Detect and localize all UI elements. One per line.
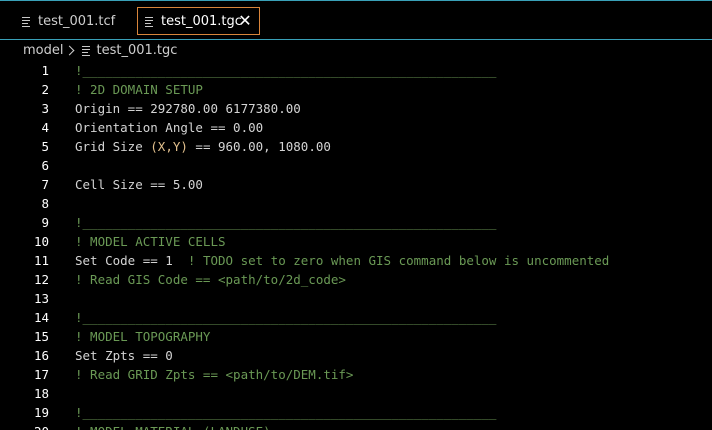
code-token-comment: ! 2D DOMAIN SETUP <box>75 82 203 97</box>
code-line[interactable]: 20 ! MODEL MATERIAL (LANDUSE) <box>0 422 712 430</box>
code-token-comment: ! <box>75 63 83 78</box>
code-token-paren: (X,Y) <box>150 139 188 154</box>
line-number: 2 <box>41 82 49 97</box>
code-editor[interactable]: 1 !______________________________________… <box>0 61 712 430</box>
line-number: 12 <box>33 272 49 287</box>
code-line[interactable]: 7 Cell Size == 5.00 <box>0 175 712 194</box>
line-number: 13 <box>33 291 49 306</box>
code-line[interactable]: 16 Set Zpts == 0 <box>0 346 712 365</box>
code-token-comment: ! <box>75 405 83 420</box>
line-number: 15 <box>33 329 49 344</box>
breadcrumb-folder[interactable]: model <box>23 43 63 58</box>
line-number: 9 <box>41 215 49 230</box>
code-text: !_______________________________________… <box>75 308 496 327</box>
line-number: 11 <box>33 253 49 268</box>
code-token-cmd: == 960.00, 1080.00 <box>187 139 331 154</box>
code-line[interactable]: 3 Origin == 292780.00 6177380.00 <box>0 99 712 118</box>
code-token-comment: ! <box>75 215 83 230</box>
code-text: ! MODEL TOPOGRAPHY <box>75 327 210 346</box>
code-text: Origin == 292780.00 6177380.00 <box>75 99 301 118</box>
code-token-comment: ________________________________________… <box>82 310 497 325</box>
file-lines-icon <box>82 46 91 56</box>
code-token-comment: ! MODEL MATERIAL (LANDUSE) <box>75 424 271 430</box>
code-token-comment: ! Read GRID Zpts == <path/to/DEM.tif> <box>75 367 354 382</box>
code-token-comment: ! TODO set to zero when GIS command belo… <box>187 253 610 268</box>
code-line[interactable]: 11 Set Code == 1 ! TODO set to zero when … <box>0 251 712 270</box>
code-text: ! Read GIS Code == <path/to/2d_code> <box>75 270 346 289</box>
code-token-comment: ________________________________________… <box>82 63 497 78</box>
line-number: 10 <box>33 234 49 249</box>
line-number: 8 <box>41 196 49 211</box>
code-line[interactable]: 9 !______________________________________… <box>0 213 712 232</box>
code-text: ! Read GRID Zpts == <path/to/DEM.tif> <box>75 365 353 384</box>
code-line[interactable]: 6 <box>0 156 712 175</box>
code-line[interactable]: 17 ! Read GRID Zpts == <path/to/DEM.tif> <box>0 365 712 384</box>
line-number: 16 <box>33 348 49 363</box>
code-token-comment: ________________________________________… <box>82 405 497 420</box>
code-token-cmd: Cell Size == 5.00 <box>75 177 203 192</box>
line-number: 18 <box>33 386 49 401</box>
code-token-cmd: Orientation Angle == 0.00 <box>75 120 264 135</box>
code-line[interactable]: 5 Grid Size (X,Y) == 960.00, 1080.00 <box>0 137 712 156</box>
code-text: Grid Size (X,Y) == 960.00, 1080.00 <box>75 137 331 156</box>
code-line[interactable]: 1 !______________________________________… <box>0 61 712 80</box>
line-number: 17 <box>33 367 49 382</box>
code-token-comment: ! <box>75 310 83 325</box>
tab-test-001-tgc[interactable]: test_001.tgc ✕ <box>137 7 260 35</box>
code-token-cmd: Set Zpts == 0 <box>75 348 173 363</box>
code-line[interactable]: 8 <box>0 194 712 213</box>
code-line[interactable]: 10 ! MODEL ACTIVE CELLS <box>0 232 712 251</box>
code-token-comment: ! MODEL TOPOGRAPHY <box>75 329 211 344</box>
line-number: 20 <box>0 422 49 430</box>
code-line[interactable]: 18 <box>0 384 712 403</box>
line-number: 5 <box>41 139 49 154</box>
close-icon[interactable]: ✕ <box>238 13 252 29</box>
tab-test-001-tcf[interactable]: test_001.tcf <box>8 7 128 35</box>
code-token-comment: ! MODEL ACTIVE CELLS <box>75 234 226 249</box>
line-number: 7 <box>41 177 49 192</box>
code-text: Cell Size == 5.00 <box>75 175 203 194</box>
line-number: 4 <box>41 120 49 135</box>
line-number: 1 <box>41 63 49 78</box>
code-text: ! 2D DOMAIN SETUP <box>75 80 203 99</box>
line-number: 3 <box>41 101 49 116</box>
code-token-comment: ________________________________________… <box>82 215 497 230</box>
tab-bar: test_001.tcf test_001.tgc ✕ <box>0 0 712 40</box>
code-text: ! MODEL MATERIAL (LANDUSE) <box>75 422 271 430</box>
file-lines-icon <box>145 16 153 27</box>
code-line[interactable]: 4 Orientation Angle == 0.00 <box>0 118 712 137</box>
code-text: ! MODEL ACTIVE CELLS <box>75 232 226 251</box>
line-number: 19 <box>33 405 49 420</box>
code-token-cmd: Set Code == 1 <box>75 253 188 268</box>
breadcrumb-file[interactable]: test_001.tgc <box>82 43 177 58</box>
code-line[interactable]: 19 !_____________________________________… <box>0 403 712 422</box>
line-number: 6 <box>41 158 49 173</box>
line-number: 14 <box>33 310 49 325</box>
code-line[interactable]: 2 ! 2D DOMAIN SETUP <box>0 80 712 99</box>
code-line[interactable]: 13 <box>0 289 712 308</box>
code-text: Orientation Angle == 0.00 <box>75 118 263 137</box>
code-line[interactable]: 12 ! Read GIS Code == <path/to/2d_code> <box>0 270 712 289</box>
breadcrumb: model test_001.tgc <box>0 40 712 61</box>
file-lines-icon <box>22 16 30 27</box>
code-line[interactable]: 15 ! MODEL TOPOGRAPHY <box>0 327 712 346</box>
code-text: !_______________________________________… <box>75 61 496 80</box>
chevron-right-icon <box>65 45 75 56</box>
code-token-comment: ! Read GIS Code == <path/to/2d_code> <box>75 272 346 287</box>
code-text: !_______________________________________… <box>75 213 496 232</box>
code-token-cmd: Origin == 292780.00 6177380.00 <box>75 101 301 116</box>
breadcrumb-file-label: test_001.tgc <box>96 43 178 58</box>
code-text: Set Zpts == 0 <box>75 346 173 365</box>
tab-label: test_001.tgc <box>161 13 242 29</box>
code-text: !_______________________________________… <box>75 403 496 422</box>
code-line[interactable]: 14 !_____________________________________… <box>0 308 712 327</box>
tab-label: test_001.tcf <box>38 13 116 29</box>
code-text: Set Code == 1 ! TODO set to zero when GI… <box>75 251 609 270</box>
code-token-cmd: Grid Size <box>75 139 151 154</box>
